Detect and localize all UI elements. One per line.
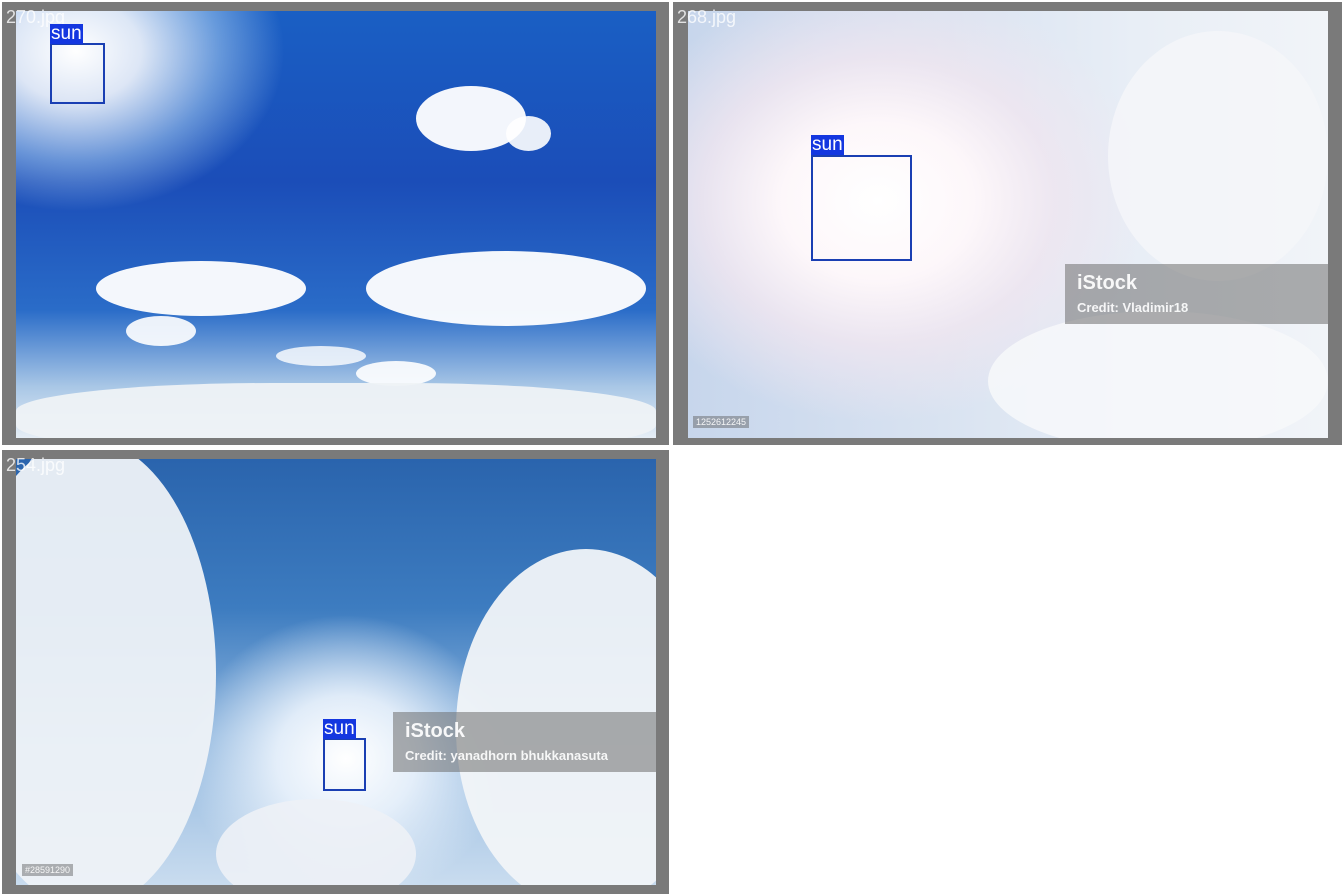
sun-bounding-box (323, 738, 366, 791)
image-tile-268: iStock Credit: Vladimir18 1252612245 268… (673, 2, 1342, 445)
sky-photo-254 (16, 459, 656, 885)
watermark-brand: iStock (1077, 272, 1138, 294)
watermark-credit: Credit: Vladimir18 (1077, 300, 1189, 315)
sun-bounding-box (811, 155, 912, 261)
istock-watermark: iStock Credit: Vladimir18 (1065, 264, 1328, 324)
stock-id: #28591290 (22, 864, 74, 876)
sun-bounding-box (50, 43, 105, 104)
image-filename: 268.jpg (677, 7, 737, 27)
image-filename: 254.jpg (6, 455, 66, 475)
istock-watermark: iStock Credit: yanadhorn bhukkanasuta (393, 712, 656, 772)
sky-photo-270 (16, 11, 656, 438)
image-tile-254: iStock Credit: yanadhorn bhukkanasuta #2… (2, 450, 669, 894)
sun-box-label: sun (50, 23, 83, 44)
watermark-credit: Credit: yanadhorn bhukkanasuta (405, 748, 608, 763)
sky-photo-268 (688, 11, 1328, 438)
image-tile-270: 270.jpg sun (2, 2, 669, 445)
watermark-brand: iStock (405, 720, 466, 742)
stock-id: 1252612245 (693, 416, 750, 428)
sun-box-label: sun (811, 134, 844, 155)
sun-box-label: sun (323, 718, 356, 739)
